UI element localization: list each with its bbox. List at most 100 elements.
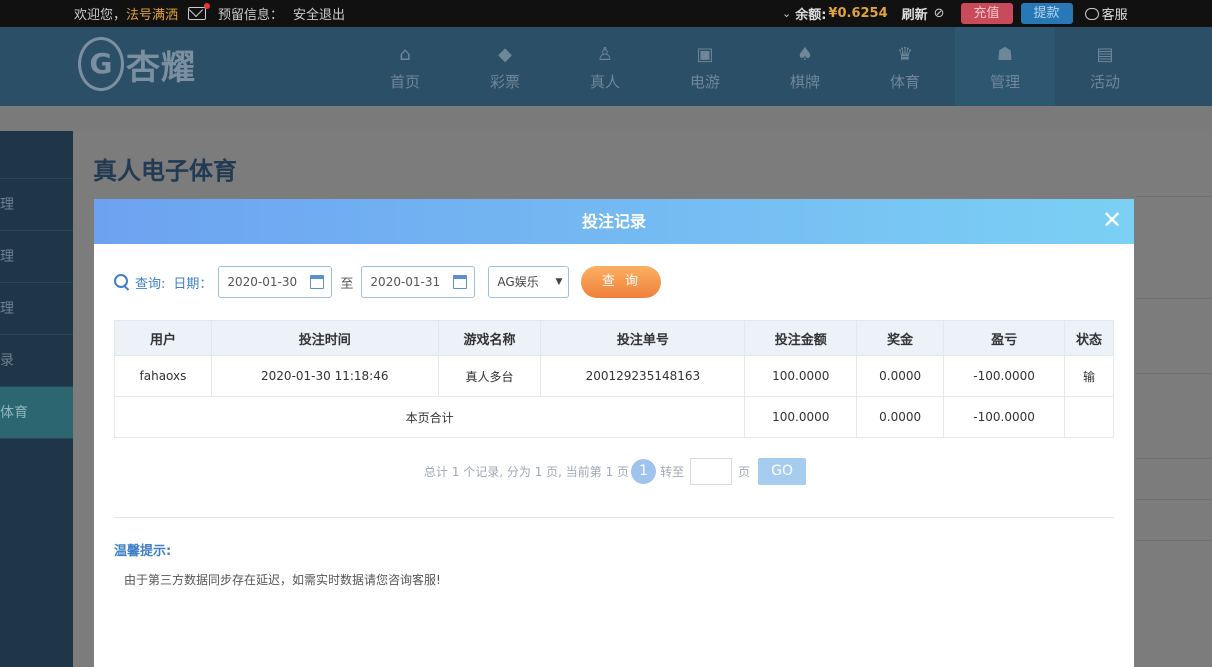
- divider: [114, 517, 1114, 518]
- logo-text: 杏耀: [126, 47, 196, 88]
- sidebar-item[interactable]: 录: [0, 335, 73, 387]
- nav-label: 体育: [889, 73, 920, 91]
- main-nav: ⌂ 首页 ◆ 彩票 ♙ 真人 ▣ 电游 ♠ 棋牌 ♛ 体育 ☗ 管理 ▤ 活动: [355, 27, 1155, 106]
- refresh-link[interactable]: 刷新: [902, 4, 928, 23]
- platform-value: AG娱乐: [497, 275, 539, 289]
- logo[interactable]: G 杏耀: [78, 37, 196, 91]
- nav-label: 电游: [689, 73, 720, 91]
- sidebar: 理 理 理 录 体育: [0, 131, 73, 667]
- reserved-info-label: 预留信息：: [218, 8, 284, 23]
- divider: [1136, 499, 1212, 500]
- total-amount: 100.0000: [744, 396, 858, 438]
- pagination-summary: 总计 1 个记录, 分为 1 页, 当前第 1 页: [424, 465, 630, 479]
- column-header: 用户: [114, 320, 212, 356]
- sidebar-item[interactable]: [0, 131, 73, 179]
- recharge-button[interactable]: 充值: [960, 3, 1013, 24]
- tip-title: 温馨提示:: [114, 544, 172, 559]
- nav-item-manage[interactable]: ☗ 管理: [955, 27, 1055, 106]
- query-button[interactable]: 查 询: [581, 266, 662, 298]
- sidebar-item[interactable]: 理: [0, 179, 73, 231]
- top-bar: 欢迎您， 法号满洒 预留信息： 安全退出 ⌄ 余额: ¥0.6254 刷新 ⊘ …: [0, 0, 1212, 27]
- column-header: 投注时间: [210, 320, 439, 356]
- chevron-down-icon[interactable]: ⌄: [782, 7, 791, 20]
- notification-dot: [204, 3, 211, 9]
- bet-record-modal: 投注记录 ✕ 查询: 日期： 2020-01-30 至 2020-01-31 A…: [94, 199, 1134, 667]
- logout-link[interactable]: 安全退出: [293, 4, 345, 23]
- lottery-icon: ◆: [498, 43, 512, 65]
- nav-item-promotions[interactable]: ▤ 活动: [1055, 27, 1155, 106]
- customer-service-link[interactable]: 客服: [1084, 4, 1128, 23]
- nav-label: 管理: [989, 73, 1020, 91]
- platform-select[interactable]: AG娱乐 ▼: [488, 266, 570, 298]
- cell-order: 200129235148163: [540, 355, 746, 397]
- page-number-input[interactable]: [690, 458, 733, 485]
- divider: [1136, 458, 1212, 459]
- nav-item-live[interactable]: ♙ 真人: [555, 27, 655, 106]
- trophy-icon: ♛: [896, 43, 914, 65]
- tip-text: 由于第三方数据同步存在延迟，如需实时数据请您咨询客服!: [124, 573, 441, 587]
- divider: [1136, 298, 1212, 299]
- mail-icon[interactable]: [188, 3, 211, 20]
- chevron-down-icon: ▼: [555, 277, 563, 287]
- withdraw-button[interactable]: 提款: [1020, 3, 1073, 24]
- eye-hidden-icon[interactable]: ⊘: [934, 6, 945, 21]
- nav-label: 首页: [389, 73, 420, 91]
- sidebar-item[interactable]: 理: [0, 283, 73, 335]
- welcome-text: 欢迎您，: [74, 8, 127, 23]
- column-header: 投注单号: [540, 320, 746, 356]
- table-row: fahaoxs 2020-01-30 11:18:46 真人多台 2001292…: [114, 355, 1114, 397]
- nav-item-sports[interactable]: ♛ 体育: [855, 27, 955, 106]
- nav-label: 活动: [1089, 73, 1120, 91]
- header-strip: [0, 106, 1212, 131]
- total-status: [1064, 396, 1114, 438]
- nav-item-slots[interactable]: ▣ 电游: [655, 27, 755, 106]
- table-header-row: 用户 投注时间 游戏名称 投注单号 投注金额 奖金 盈亏 状态: [114, 320, 1114, 356]
- chat-icon: [1084, 7, 1099, 20]
- query-label: 查询:: [135, 276, 166, 292]
- total-profit: -100.0000: [943, 396, 1066, 438]
- date-to-value: 2020-01-31: [370, 275, 441, 289]
- date-from-value: 2020-01-30: [227, 275, 298, 289]
- cell-status: 输: [1064, 355, 1114, 397]
- divider: [1136, 540, 1212, 541]
- balance-label: 余额:: [795, 8, 827, 23]
- nav-item-home[interactable]: ⌂ 首页: [355, 27, 455, 106]
- sidebar-item-active[interactable]: 体育: [0, 387, 73, 439]
- users-icon: ☗: [996, 43, 1014, 65]
- card-game-icon: ♠: [796, 43, 814, 65]
- cell-bonus: 0.0000: [856, 355, 945, 397]
- cell-time: 2020-01-30 11:18:46: [210, 355, 439, 397]
- cell-game: 真人多台: [437, 355, 542, 397]
- modal-header: 投注记录 ✕: [94, 199, 1134, 244]
- column-header: 盈亏: [943, 320, 1066, 356]
- username-link[interactable]: 法号满洒: [126, 4, 178, 23]
- date-to-input[interactable]: 2020-01-31: [361, 266, 476, 298]
- goto-label: 转至: [660, 465, 685, 479]
- nav-item-lottery[interactable]: ◆ 彩票: [455, 27, 555, 106]
- sidebar-item[interactable]: 理: [0, 231, 73, 283]
- divider: [1136, 373, 1212, 374]
- home-icon: ⌂: [399, 43, 411, 65]
- date-from-input[interactable]: 2020-01-30: [218, 266, 333, 298]
- bet-record-table: 用户 投注时间 游戏名称 投注单号 投注金额 奖金 盈亏 状态 fahaoxs …: [113, 320, 1114, 438]
- nav-label: 彩票: [489, 73, 520, 91]
- pagination: 总计 1 个记录, 分为 1 页, 当前第 1 页 1 转至 页 GO: [424, 458, 807, 485]
- cell-user: fahaoxs: [114, 355, 212, 397]
- modal-title: 投注记录: [581, 212, 646, 231]
- page-title: 真人电子体育: [93, 157, 237, 185]
- divider: [1136, 196, 1212, 197]
- page-button-current[interactable]: 1: [631, 459, 657, 484]
- calendar-icon[interactable]: [310, 275, 325, 289]
- search-icon: [114, 274, 130, 290]
- total-bonus: 0.0000: [856, 396, 945, 438]
- calendar-icon[interactable]: [453, 275, 468, 289]
- nav-item-cards[interactable]: ♠ 棋牌: [755, 27, 855, 106]
- close-icon[interactable]: ✕: [1102, 207, 1122, 233]
- column-header: 投注金额: [744, 320, 858, 356]
- go-button[interactable]: GO: [758, 458, 807, 485]
- main-header: G 杏耀 ⌂ 首页 ◆ 彩票 ♙ 真人 ▣ 电游 ♠ 棋牌 ♛ 体育 ☗ 管理: [0, 27, 1212, 106]
- logo-emblem: G: [78, 37, 124, 91]
- total-row: 本页合计 100.0000 0.0000 -100.0000: [113, 396, 1114, 438]
- live-dealer-icon: ♙: [596, 43, 614, 65]
- total-label: 本页合计: [113, 396, 746, 438]
